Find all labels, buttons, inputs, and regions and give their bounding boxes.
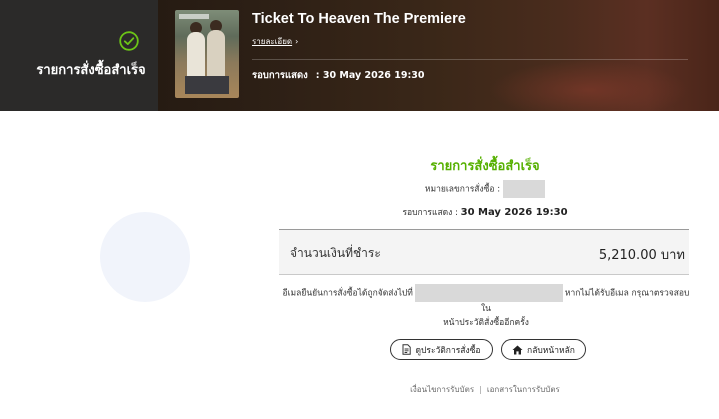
- banner-background-glow: [489, 60, 689, 111]
- view-order-history-button[interactable]: ดูประวัติการสั่งซื้อ: [390, 339, 493, 360]
- order-status-label: รายการสั่งซื้อสำเร็จ: [36, 63, 146, 78]
- banner-showtime-label: รอบการแสดง: [252, 70, 308, 81]
- order-number-label: หมายเลขการสั่งซื้อ :: [424, 184, 501, 195]
- payment-amount-label: จำนวนเงินที่ชำระ: [290, 246, 381, 260]
- event-detail-link[interactable]: รายละเอียด ›: [252, 35, 298, 48]
- event-detail-link-label[interactable]: รายละเอียด: [252, 37, 292, 46]
- email-address-redacted: [414, 284, 563, 302]
- payment-amount-value: 5,210.00 บาท: [598, 248, 685, 263]
- order-status-panel: รายการสั่งซื้อสำเร็จ: [0, 0, 158, 111]
- banner-divider: [252, 59, 688, 60]
- avatar-placeholder: [100, 212, 190, 302]
- ticket-terms-link[interactable]: เงื่อนไขการรับบัตร: [410, 385, 474, 394]
- order-number-redacted: [503, 180, 546, 198]
- home-icon: [512, 345, 523, 354]
- order-showtime-label: รอบการแสดง :: [402, 208, 458, 218]
- back-to-home-button[interactable]: กลับหน้าหลัก: [501, 339, 586, 360]
- email-note-line2: หน้าประวัติสั่งซื้ออีกครั้ง: [443, 318, 529, 328]
- event-banner: รายการสั่งซื้อสำเร็จ Ticket To Heaven Th…: [0, 0, 719, 111]
- event-poster-image: [175, 10, 239, 98]
- order-showtime-row: รอบการแสดง : 30 May 2026 19:30: [280, 205, 690, 219]
- view-order-history-label[interactable]: ดูประวัติการสั่งซื้อ: [415, 343, 480, 357]
- banner-showtime: รอบการแสดง : 30 May 2026 19:30: [252, 68, 424, 83]
- document-icon: [402, 344, 412, 355]
- check-circle-icon: [119, 31, 139, 51]
- chevron-right-icon: ›: [295, 37, 299, 46]
- email-confirmation-note: อีเมลยืนยันการสั่งซื้อได้ถูกจัดส่งไปที่ห…: [280, 284, 692, 330]
- back-to-home-label[interactable]: กลับหน้าหลัก: [527, 343, 575, 357]
- ticket-documents-link[interactable]: เอกสารในการรับบัตร: [487, 385, 560, 394]
- footer-links: เงื่อนไขการรับบัตร | เอกสารในการรับบัตร: [280, 383, 690, 396]
- order-success-title: รายการสั่งซื้อสำเร็จ: [430, 159, 540, 174]
- banner-showtime-value: : 30 May 2026 19:30: [315, 70, 425, 81]
- order-showtime-value: 30 May 2026 19:30: [460, 207, 568, 218]
- footer-separator: |: [479, 385, 482, 394]
- event-title: Ticket To Heaven The Premiere: [252, 11, 466, 27]
- payment-amount-box: จำนวนเงินที่ชำระ 5,210.00 บาท: [279, 229, 689, 275]
- email-note-before: อีเมลยืนยันการสั่งซื้อได้ถูกจัดส่งไปที่: [282, 288, 413, 299]
- order-number-row: หมายเลขการสั่งซื้อ :: [280, 180, 690, 198]
